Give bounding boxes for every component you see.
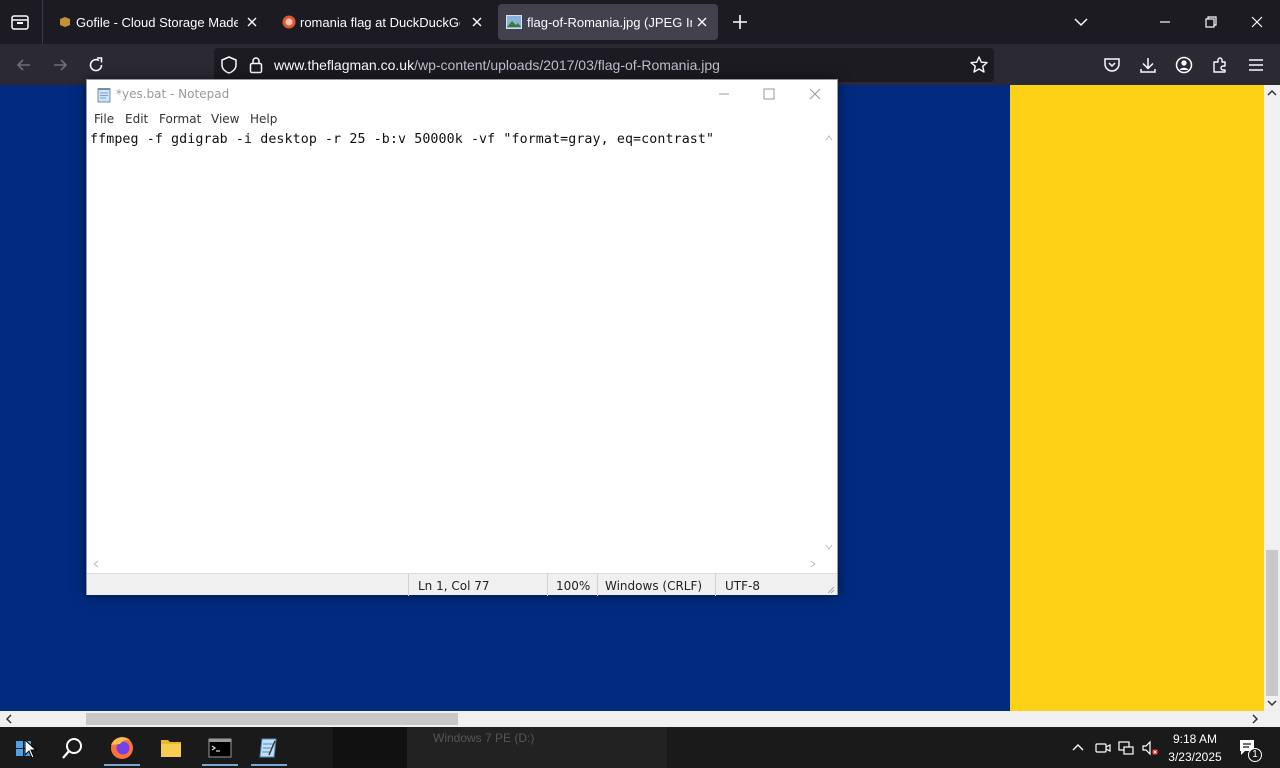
scroll-up-arrow-icon[interactable]	[824, 133, 834, 143]
notepad-title: *yes.bat - Notepad	[116, 87, 230, 101]
close-tab-icon[interactable]	[695, 15, 709, 29]
tracking-protection-shield-icon[interactable]	[220, 55, 238, 75]
notepad-title-bar[interactable]: *yes.bat - Notepad	[87, 80, 837, 108]
url-path: /wp-content/uploads/2017/03/flag-of-Roma…	[414, 57, 720, 73]
search-icon	[62, 738, 82, 759]
vertical-scrollbar-thumb[interactable]	[1266, 550, 1278, 696]
flag-yellow-stripe	[1010, 85, 1264, 711]
encoding: UTF-8	[725, 579, 760, 593]
notification-count-badge: 1	[1248, 748, 1262, 762]
image-favicon-icon	[506, 15, 522, 29]
network-icon[interactable]	[1117, 739, 1135, 757]
cursor-position: Ln 1, Col 77	[418, 579, 490, 593]
notepad-menu-bar: File Edit Format View Help	[87, 108, 837, 130]
tab-bar: Gofile - Cloud Storage Made Si romania f…	[0, 0, 1280, 44]
downloads-icon[interactable]	[1138, 55, 1158, 75]
background-explorer-fragment: Windows 7 PE (D:)	[407, 727, 667, 768]
running-indicator	[202, 764, 238, 766]
duckduckgo-favicon-icon	[282, 15, 296, 29]
clock-date[interactable]: 3/23/2025	[1162, 750, 1228, 764]
meet-now-icon[interactable]	[1094, 739, 1112, 757]
url-text[interactable]: www.theflagman.co.uk/wp-content/uploads/…	[274, 57, 720, 73]
folder-icon	[161, 740, 181, 757]
restore-window-icon[interactable]	[1201, 12, 1221, 32]
notepad-maximize-icon[interactable]	[761, 86, 777, 102]
scroll-up-arrow-icon[interactable]	[1266, 87, 1278, 99]
search-button[interactable]	[48, 729, 96, 767]
new-tab-icon[interactable]	[731, 13, 749, 31]
zoom-level: 100%	[556, 579, 591, 593]
scroll-down-arrow-icon[interactable]	[1266, 697, 1278, 709]
url-host: www.theflagman.co.uk	[274, 57, 415, 73]
scroll-down-arrow-icon[interactable]	[824, 542, 834, 552]
tab-gofile[interactable]: Gofile - Cloud Storage Made Si	[50, 4, 266, 40]
notepad-window[interactable]: *yes.bat - Notepad File Edit Format View…	[86, 79, 838, 596]
tab-flag-image[interactable]: flag-of-Romania.jpg (JPEG Ima	[498, 4, 718, 40]
menu-format[interactable]: Format	[159, 112, 201, 126]
menu-view[interactable]: View	[211, 112, 239, 126]
scroll-left-arrow-icon[interactable]	[3, 713, 15, 725]
notepad-icon	[259, 738, 277, 758]
horizontal-scrollbar-thumb[interactable]	[86, 713, 458, 725]
taskbar-notepad[interactable]	[245, 729, 293, 767]
list-all-tabs-icon[interactable]	[1072, 13, 1090, 31]
firefox-view-icon[interactable]	[10, 12, 30, 32]
divider	[715, 574, 716, 596]
tab-title: flag-of-Romania.jpg (JPEG Ima	[527, 15, 692, 30]
notepad-app-icon	[96, 87, 112, 103]
menu-help[interactable]: Help	[250, 112, 277, 126]
tab-duckduckgo[interactable]: romania flag at DuckDuckGo	[274, 4, 492, 40]
divider	[597, 574, 598, 596]
volume-muted-icon[interactable]	[1141, 739, 1159, 757]
mouse-cursor-icon	[24, 739, 38, 759]
close-tab-icon[interactable]	[245, 15, 259, 29]
line-ending: Windows (CRLF)	[605, 579, 703, 593]
background-window-thumbnail	[333, 727, 407, 768]
back-icon[interactable]	[14, 55, 34, 75]
taskbar-command-prompt[interactable]	[196, 729, 244, 767]
show-hidden-icons-chevron-icon[interactable]	[1070, 740, 1086, 756]
scroll-left-arrow-icon[interactable]	[91, 559, 101, 569]
hamburger-menu-icon[interactable]	[1246, 55, 1266, 75]
notepad-text-area[interactable]: ffmpeg -f gdigrab -i desktop -r 25 -b:v …	[90, 132, 714, 147]
divider	[42, 0, 43, 44]
notepad-horizontal-scrollbar[interactable]	[87, 556, 821, 572]
menu-file[interactable]: File	[94, 112, 114, 126]
forward-icon[interactable]	[50, 55, 70, 75]
notepad-status-bar: Ln 1, Col 77 100% Windows (CRLF) UTF-8	[87, 573, 837, 596]
notepad-close-icon[interactable]	[807, 86, 823, 102]
resize-grip-icon[interactable]	[825, 584, 835, 594]
running-indicator	[104, 764, 140, 766]
minimize-window-icon[interactable]	[1155, 12, 1175, 32]
divider	[408, 574, 409, 596]
account-icon[interactable]	[1174, 55, 1194, 75]
tab-title: romania flag at DuckDuckGo	[300, 15, 460, 30]
firefox-icon	[111, 737, 133, 759]
menu-edit[interactable]: Edit	[125, 112, 148, 126]
padlock-icon[interactable]	[248, 55, 264, 75]
terminal-icon	[208, 738, 232, 758]
pocket-icon[interactable]	[1102, 55, 1122, 75]
background-drive-label: Windows 7 PE (D:)	[433, 731, 535, 745]
scroll-right-arrow-icon[interactable]	[1249, 713, 1261, 725]
running-indicator	[251, 764, 287, 766]
clock-time[interactable]: 9:18 AM	[1166, 732, 1224, 746]
tab-title: Gofile - Cloud Storage Made Si	[76, 15, 238, 30]
gofile-favicon-icon	[58, 15, 72, 29]
divider	[547, 574, 548, 596]
scroll-right-arrow-icon[interactable]	[808, 559, 818, 569]
taskbar-firefox[interactable]	[98, 729, 146, 767]
notepad-vertical-scrollbar[interactable]	[821, 130, 837, 556]
bookmark-star-icon[interactable]	[969, 55, 989, 75]
extensions-puzzle-icon[interactable]	[1210, 55, 1230, 75]
taskbar: Windows 7 PE (D:) 1	[0, 727, 1280, 768]
close-window-icon[interactable]	[1247, 12, 1267, 32]
notepad-minimize-icon[interactable]	[716, 86, 732, 102]
taskbar-file-explorer[interactable]	[147, 729, 195, 767]
reload-icon[interactable]	[86, 55, 106, 75]
close-tab-icon[interactable]	[470, 15, 484, 29]
